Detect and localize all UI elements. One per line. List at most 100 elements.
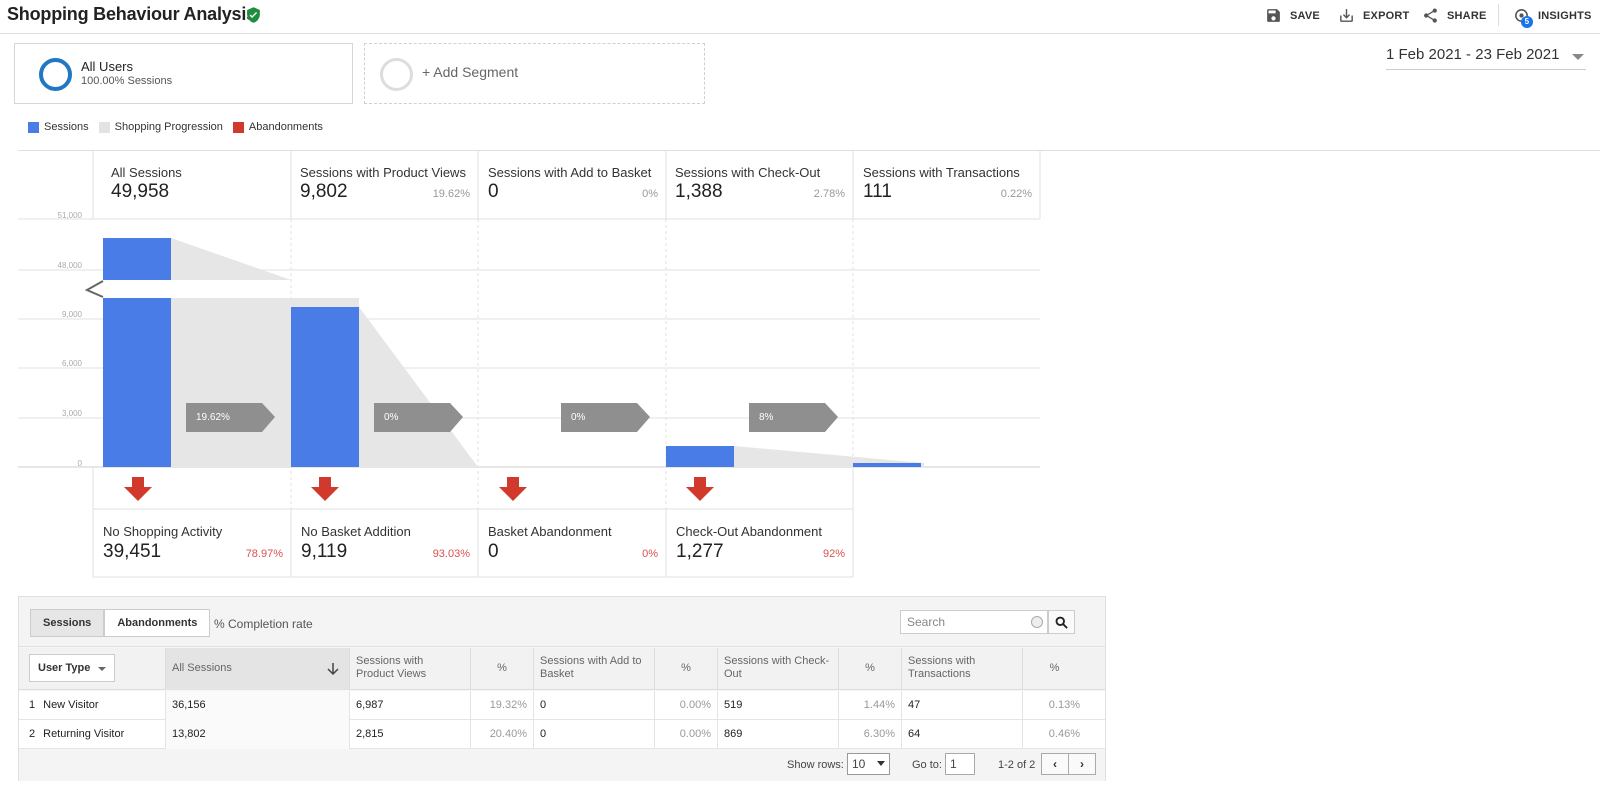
bar-product-views <box>291 307 359 467</box>
funnel-legend: Sessions Shopping Progression Abandonmen… <box>28 121 333 133</box>
cell-product-views: 6,987 <box>350 691 471 720</box>
abandonment-value: 0 <box>488 541 499 562</box>
y-axis-label: 6,000 <box>61 359 82 368</box>
stage-add-to-basket: Sessions with Add to Basket 0 0% <box>477 151 666 219</box>
dimension-label: User Type <box>38 662 91 674</box>
next-page-button[interactable]: › <box>1068 753 1096 775</box>
insights-button[interactable]: 5 INSIGHTS <box>1513 7 1592 28</box>
legend-label: Sessions <box>44 121 89 133</box>
save-button[interactable]: SAVE <box>1265 7 1320 24</box>
th-check-out[interactable]: Sessions with Check-Out <box>718 648 839 690</box>
cell-check-out-pct: 6.30% <box>839 720 902 749</box>
abandonment-arrow-icon <box>124 477 152 501</box>
segment-name: All Users <box>81 59 134 74</box>
table-row[interactable]: 2 Returning Visitor 13,802 2,815 20.40% 0… <box>19 720 1105 749</box>
prev-page-button[interactable]: ‹ <box>1041 753 1069 775</box>
stage-product-views: Sessions with Product Views 9,802 19.62% <box>289 151 478 219</box>
stage-name: Sessions with Transactions <box>863 165 1020 180</box>
cell-transactions: 64 <box>902 720 1023 749</box>
abandonment-name: No Basket Addition <box>301 524 411 539</box>
legend-abandonments: Abandonments <box>232 121 323 133</box>
abandonment-no-basket: No Basket Addition 9,119 93.03% <box>291 509 478 577</box>
th-transactions[interactable]: Sessions with Transactions <box>902 648 1023 690</box>
show-rows-value: 10 <box>852 757 866 771</box>
th-transactions-pct[interactable]: % <box>1023 648 1086 690</box>
row-dimension-value[interactable]: Returning Visitor <box>43 728 124 740</box>
progression-band <box>171 238 291 280</box>
th-add-to-basket[interactable]: Sessions with Add to Basket <box>534 648 655 690</box>
insights-badge: 5 <box>1521 16 1533 28</box>
legend-progression: Shopping Progression <box>98 121 223 133</box>
cell-check-out: 869 <box>718 720 839 749</box>
stage-percent: 2.78% <box>813 188 845 200</box>
segment-share: 100.00% Sessions <box>81 75 173 87</box>
caret-down-icon <box>98 667 106 671</box>
abandonment-arrow-icon <box>499 477 527 501</box>
cell-transactions-pct: 0.13% <box>1048 699 1080 711</box>
y-axis-label: 48,000 <box>57 261 82 270</box>
th-all-sessions[interactable]: All Sessions <box>166 648 350 690</box>
legend-label: Abandonments <box>248 121 323 133</box>
legend-label: Shopping Progression <box>114 121 223 133</box>
segment-all-users[interactable]: All Users 100.00% Sessions <box>14 43 353 104</box>
stage-dashed-separators <box>290 219 854 509</box>
search-input[interactable]: Search <box>900 610 1048 634</box>
stage-value: 111 <box>863 181 892 202</box>
stage-value: 1,388 <box>675 181 723 202</box>
page-title: Shopping Behaviour Analysis <box>7 4 256 24</box>
show-rows-select[interactable]: 10 <box>847 753 890 775</box>
bar-transactions <box>853 463 921 467</box>
clear-icon[interactable] <box>1031 616 1043 628</box>
row-dimension-value[interactable]: New Visitor <box>43 699 98 711</box>
tab-abandonments[interactable]: Abandonments <box>104 609 211 637</box>
cell-all-sessions: 36,156 <box>166 691 350 720</box>
cell-check-out: 519 <box>718 691 839 720</box>
caret-down-icon <box>1572 54 1584 60</box>
conversion-rate-label: 19.62% <box>196 412 230 423</box>
th-product-views[interactable]: Sessions with Product Views <box>350 648 471 690</box>
progression-band <box>171 298 359 467</box>
table-footer: Show rows: 10 Go to: 1 1-2 of 2 ‹ › <box>19 749 1105 781</box>
legend-swatch-abandonments <box>232 121 244 133</box>
th-add-to-basket-pct[interactable]: % <box>655 648 718 690</box>
search-icon <box>1055 616 1068 629</box>
legend-sessions: Sessions <box>28 121 89 133</box>
insights-icon: 5 <box>1513 7 1533 28</box>
chevron-left-icon: ‹ <box>1053 757 1057 771</box>
th-check-out-pct[interactable]: % <box>839 648 902 690</box>
date-range-picker[interactable]: 1 Feb 2021 - 23 Feb 2021 <box>1386 46 1586 70</box>
conversion-rate-label: 0% <box>571 412 586 423</box>
stage-value: 0 <box>488 181 499 202</box>
dimension-dropdown[interactable]: User Type <box>29 654 115 682</box>
search-button[interactable] <box>1048 610 1075 634</box>
abandonment-value: 39,451 <box>103 541 162 562</box>
arrow-down-icon <box>327 663 339 676</box>
abandonment-percent: 93.03% <box>432 548 470 560</box>
top-bar: Shopping Behaviour Analysis SAVE EXPORT … <box>0 0 1600 34</box>
table-row[interactable]: 1 New Visitor 36,156 6,987 19.32% 0 0.00%… <box>19 691 1105 720</box>
caret-down-icon <box>877 761 885 766</box>
stage-percent: 19.62% <box>432 188 470 200</box>
completion-rate-label[interactable]: % Completion rate <box>214 617 313 631</box>
grid-lines <box>18 218 1040 468</box>
chevron-right-icon: › <box>1080 757 1084 771</box>
abandonment-name: No Shopping Activity <box>103 524 223 539</box>
empty-segment-icon <box>380 58 413 91</box>
th-dimension: User Type <box>19 648 166 690</box>
abandonment-check-out: Check-Out Abandonment 1,277 92% <box>666 509 853 577</box>
tab-sessions[interactable]: Sessions <box>30 609 105 637</box>
row-index: 1 <box>29 699 36 711</box>
abandonment-value: 1,277 <box>676 541 724 562</box>
y-axis-label: 3,000 <box>61 409 82 418</box>
abandonment-percent: 0% <box>642 548 658 560</box>
abandonment-percent: 92% <box>822 548 845 560</box>
export-label: EXPORT <box>1363 9 1410 22</box>
add-segment-button[interactable]: + Add Segment <box>364 43 705 104</box>
segment-ring-icon <box>39 58 72 91</box>
th-product-views-pct[interactable]: % <box>471 648 534 690</box>
export-button[interactable]: EXPORT <box>1338 7 1409 24</box>
goto-page-input[interactable]: 1 <box>945 753 975 775</box>
stage-name: All Sessions <box>111 165 182 180</box>
share-button[interactable]: SHARE <box>1422 7 1487 24</box>
cell-transactions: 47 <box>902 691 1023 720</box>
